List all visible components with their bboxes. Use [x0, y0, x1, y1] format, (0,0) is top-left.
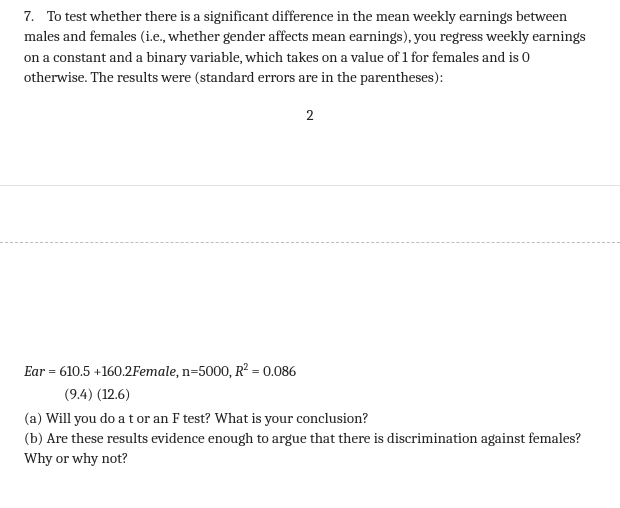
r2-value: = 0.086: [248, 362, 296, 380]
question-parts: (a) Will you do a t or an F test? What i…: [24, 408, 596, 469]
equation-coefs: = 610.5 +160.2: [45, 362, 132, 380]
equation-tail: , n=5000,: [176, 362, 235, 380]
question-block: 7. To test whether there is a significan…: [0, 0, 620, 87]
results-block: Ear = 610.5 +160.2Female, n=5000, R2 = 0…: [0, 361, 620, 468]
page-number: 2: [0, 105, 620, 125]
regression-equation: Ear = 610.5 +160.2Female, n=5000, R2 = 0…: [24, 361, 596, 381]
question-intro-text: To test whether there is a significant d…: [24, 7, 586, 86]
document-page: 7. To test whether there is a significan…: [0, 0, 620, 508]
part-b: (b) Are these results evidence enough to…: [24, 428, 596, 469]
page-separator: [0, 185, 620, 243]
question-number: 7.: [24, 7, 34, 25]
standard-errors: (9.4) (12.6): [24, 384, 596, 404]
equation-dummy: Female: [132, 362, 176, 380]
part-a: (a) Will you do a t or an F test? What i…: [24, 408, 596, 428]
equation-lhs: Ear: [24, 362, 45, 380]
